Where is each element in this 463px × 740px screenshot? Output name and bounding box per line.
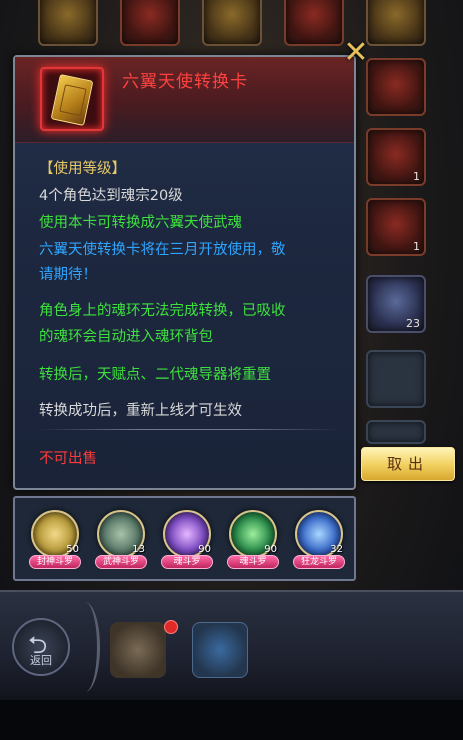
requirement-text: 4个角色达到魂宗20级 bbox=[39, 188, 183, 204]
requirement-header: 【使用等级】 bbox=[39, 161, 126, 177]
notification-dot-icon bbox=[164, 620, 178, 634]
inventory-slot[interactable]: 23 bbox=[366, 275, 426, 333]
inventory-slot[interactable] bbox=[366, 350, 426, 408]
notice-line-1: 六翼天使转换卡将在三月开放使用，敬 bbox=[39, 242, 286, 258]
soul-avatar[interactable]: 90 bbox=[163, 510, 211, 558]
bag-tab-icon[interactable] bbox=[110, 622, 166, 678]
soul-title-badge: 封神斗罗 bbox=[29, 555, 81, 569]
inventory-slot[interactable]: 1 bbox=[366, 198, 426, 256]
close-icon[interactable]: ✕ bbox=[342, 38, 370, 68]
notice-line-2: 请期待！ bbox=[39, 267, 97, 283]
item-tooltip-panel: 六翼天使转换卡 【使用等级】 4个角色达到魂宗20级 使用本卡可转换成六翼天使武… bbox=[13, 55, 356, 490]
card-icon-art bbox=[50, 73, 94, 127]
item-count: 1 bbox=[413, 170, 420, 183]
soul-title-badge: 魂斗罗 bbox=[161, 555, 213, 569]
inventory-slot[interactable] bbox=[366, 420, 426, 444]
item-count: 1 bbox=[413, 240, 420, 253]
use-effect-text: 使用本卡可转换成六翼天使武魂 bbox=[39, 215, 242, 231]
inventory-slot[interactable] bbox=[284, 0, 344, 46]
warning-line-2: 的魂环会自动进入魂环背包 bbox=[39, 329, 213, 345]
item-title: 六翼天使转换卡 bbox=[122, 72, 248, 92]
soul-title-badge: 武神斗罗 bbox=[95, 555, 147, 569]
inventory-slot[interactable] bbox=[38, 0, 98, 46]
reset-note: 转换后，天赋点、二代魂导器将重置 bbox=[39, 367, 271, 383]
soul-title-badge: 魂斗罗 bbox=[227, 555, 279, 569]
bottom-nav: ⮌ 返回 bbox=[0, 590, 463, 700]
soul-title-badge: 狂龙斗罗 bbox=[293, 555, 345, 569]
inventory-slot[interactable] bbox=[120, 0, 180, 46]
warning-line-1: 角色身上的魂环无法完成转换，已吸收 bbox=[39, 303, 286, 319]
soul-level: 90 bbox=[198, 544, 211, 555]
inventory-slot[interactable] bbox=[366, 0, 426, 46]
soul-level: 32 bbox=[330, 544, 343, 555]
inventory-slot[interactable]: 1 bbox=[366, 128, 426, 186]
soul-ring-bar: 50 封神斗罗 13 武神斗罗 90 魂斗罗 90 魂斗罗 32 狂龙斗罗 bbox=[13, 496, 356, 581]
soul-avatar[interactable]: 32 bbox=[295, 510, 343, 558]
inventory-slot[interactable] bbox=[202, 0, 262, 46]
chest-tab-icon[interactable] bbox=[192, 622, 248, 678]
back-button[interactable]: ⮌ 返回 bbox=[12, 618, 70, 676]
soul-level: 90 bbox=[264, 544, 277, 555]
bottom-strip bbox=[0, 700, 463, 740]
soul-level: 13 bbox=[132, 544, 145, 555]
soul-avatar[interactable]: 50 bbox=[31, 510, 79, 558]
item-count: 23 bbox=[406, 317, 420, 330]
soul-level: 50 bbox=[66, 544, 79, 555]
relogin-note: 转换成功后，重新上线才可生效 bbox=[39, 403, 242, 419]
sell-status: 不可出售 bbox=[39, 451, 97, 467]
divider bbox=[39, 429, 339, 430]
nav-divider bbox=[70, 602, 100, 692]
item-header: 六翼天使转换卡 bbox=[15, 57, 354, 143]
back-label: 返回 bbox=[30, 654, 52, 667]
inventory-slot[interactable] bbox=[366, 58, 426, 116]
soul-avatar[interactable]: 13 bbox=[97, 510, 145, 558]
conversion-card-icon bbox=[40, 67, 104, 131]
remove-button[interactable]: 取出 bbox=[361, 447, 455, 481]
soul-avatar[interactable]: 90 bbox=[229, 510, 277, 558]
